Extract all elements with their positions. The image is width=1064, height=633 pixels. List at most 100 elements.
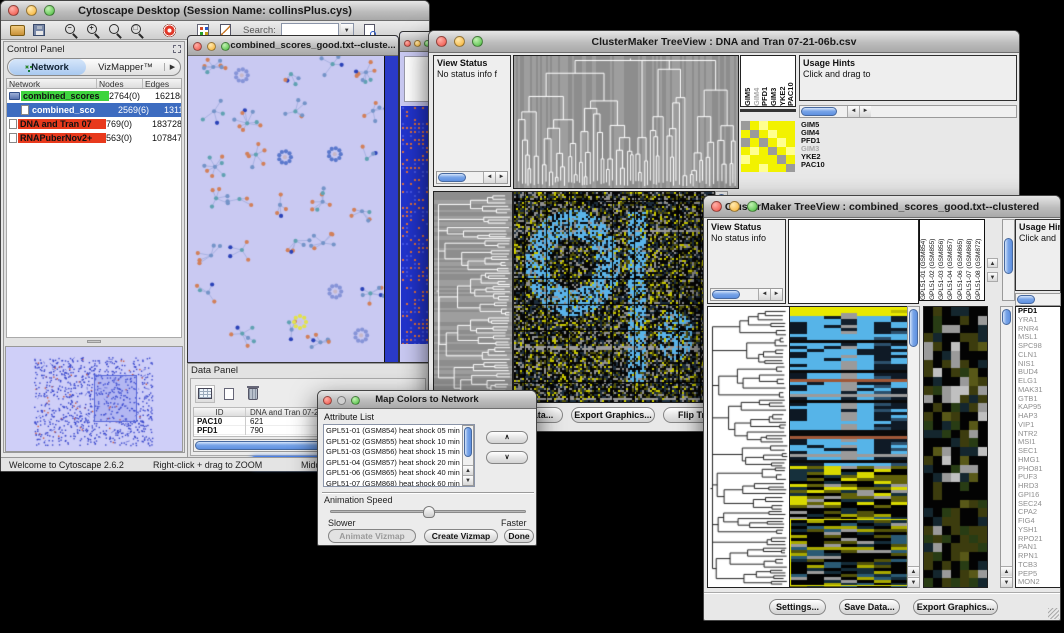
gene-label[interactable]: RPN1	[1018, 552, 1060, 561]
scroll-down-arrow[interactable]: ▼	[1001, 577, 1012, 587]
matrix-cell[interactable]	[777, 147, 786, 156]
gene-label[interactable]: TCB3	[1018, 561, 1060, 570]
scroll-right-arrow[interactable]: ►	[495, 172, 507, 183]
scroll-right-arrow[interactable]: ►	[770, 289, 782, 300]
export-graphics-button[interactable]: Export Graphics...	[571, 407, 655, 423]
matrix-cell[interactable]	[777, 130, 786, 139]
network-row[interactable]: combined_sco2569(6)13112(15)	[7, 103, 181, 117]
zoom-out-button[interactable]: −	[61, 21, 81, 39]
birds-eye-canvas[interactable]	[6, 347, 182, 451]
column-label[interactable]: GPL51-07 (GSM868)	[966, 220, 975, 300]
matrix-cell[interactable]	[759, 138, 768, 147]
gene-label[interactable]: PAC10	[801, 161, 861, 169]
close-button[interactable]	[436, 36, 447, 47]
scrollbar-thumb[interactable]	[1002, 309, 1011, 325]
matrix-cell[interactable]	[741, 130, 750, 139]
gene-label[interactable]: PEP5	[1018, 570, 1060, 579]
settings-button[interactable]: Settings...	[769, 599, 826, 615]
zoom-button[interactable]	[472, 36, 483, 47]
column-label[interactable]: PFD1	[760, 56, 769, 106]
gene-label[interactable]: MSL1	[1018, 333, 1060, 342]
row-dendrogram-canvas[interactable]	[433, 191, 513, 403]
zoom-selected-button[interactable]	[105, 21, 125, 39]
matrix-cell[interactable]	[768, 121, 777, 130]
matrix-cell[interactable]	[768, 130, 777, 139]
attribute-listbox[interactable]: GPL51-01 (GSM854) heat shock 05 min GPL51…	[323, 424, 475, 487]
attribute-item[interactable]: GPL51-03 (GSM856) heat shock 15 min	[324, 447, 462, 458]
correlation-matrix[interactable]	[741, 121, 795, 172]
gene-label[interactable]: NTR2	[1018, 430, 1060, 439]
matrix-cell[interactable]	[759, 155, 768, 164]
column-label[interactable]: GIM3	[769, 56, 778, 106]
matrix-cell[interactable]	[777, 121, 786, 130]
view-status-hscrollbar[interactable]: ◄►	[710, 288, 783, 301]
zoom-button[interactable]	[351, 396, 360, 405]
network-row[interactable]: DNA and Tran 07769(0)183728(0)	[7, 117, 181, 131]
scrollbar-thumb[interactable]	[712, 290, 740, 299]
matrix-cell[interactable]	[759, 121, 768, 130]
float-panel-icon[interactable]	[173, 45, 181, 53]
gene-label[interactable]: MSI1	[1018, 438, 1060, 447]
matrix-cell[interactable]	[786, 138, 795, 147]
matrix-cell[interactable]	[750, 164, 759, 173]
matrix-cell[interactable]	[768, 164, 777, 173]
gene-label[interactable]: FIG4	[1018, 517, 1060, 526]
zoom-fit-button[interactable]: □	[127, 21, 147, 39]
close-button[interactable]	[193, 42, 202, 51]
matrix-cell[interactable]	[741, 121, 750, 130]
column-label[interactable]: GPL51-01 (GSM854)	[920, 220, 929, 300]
save-session-button[interactable]	[29, 21, 49, 39]
scroll-down-arrow[interactable]: ▼	[987, 272, 998, 282]
scrollbar-thumb[interactable]	[1017, 295, 1035, 304]
network-canvas[interactable]	[188, 56, 386, 362]
gene-label[interactable]: SPC98	[1018, 342, 1060, 351]
minimize-button[interactable]	[337, 396, 346, 405]
matrix-cell[interactable]	[750, 147, 759, 156]
scroll-down-arrow[interactable]: ▼	[908, 577, 919, 587]
heatmap-canvas[interactable]	[513, 191, 715, 403]
gene-label[interactable]: PUF3	[1018, 473, 1060, 482]
matrix-cell[interactable]	[786, 164, 795, 173]
tab-network[interactable]: Network	[9, 59, 86, 75]
zoom-button[interactable]	[221, 42, 230, 51]
column-label[interactable]: GPL51-04 (GSM857)	[947, 220, 956, 300]
scrollbar-thumb[interactable]	[909, 309, 918, 347]
matrix-cell[interactable]	[741, 147, 750, 156]
matrix-cell[interactable]	[777, 155, 786, 164]
gene-label[interactable]: RPO21	[1018, 535, 1060, 544]
hints-hscrollbar[interactable]: ◄►	[799, 105, 1017, 118]
scroll-right-arrow[interactable]: ►	[859, 106, 871, 117]
gene-label[interactable]: VIP1	[1018, 421, 1060, 430]
zoom-button[interactable]	[44, 5, 55, 16]
matrix-cell[interactable]	[750, 121, 759, 130]
gene-label[interactable]: GTB1	[1018, 395, 1060, 404]
gene-label[interactable]: HMG1	[1018, 456, 1060, 465]
done-button[interactable]: Done	[504, 529, 534, 543]
birds-eye-view[interactable]	[5, 346, 183, 452]
list-vscrollbar[interactable]: ▲ ▼	[462, 425, 474, 486]
minimize-button[interactable]	[454, 36, 465, 47]
zoom-in-button[interactable]: +	[83, 21, 103, 39]
create-vizmap-button[interactable]: Create Vizmap	[424, 529, 498, 543]
matrix-cell[interactable]	[768, 155, 777, 164]
scroll-left-arrow[interactable]: ◄	[483, 172, 495, 183]
matrix-cell[interactable]	[759, 147, 768, 156]
matrix-cell[interactable]	[777, 164, 786, 173]
attribute-item[interactable]: GPL51-01 (GSM854) heat shock 05 min	[324, 426, 462, 437]
column-label[interactable]: GIM5	[743, 56, 752, 106]
matrix-cell[interactable]	[786, 121, 795, 130]
attribute-item[interactable]: GPL51-04 (GSM857) heat shock 20 min	[324, 458, 462, 469]
tab-overflow-arrow[interactable]: ▶	[164, 63, 180, 71]
table-mode-button[interactable]	[195, 385, 215, 403]
scrollbar-thumb[interactable]	[438, 173, 466, 182]
gene-label[interactable]: CLN1	[1018, 351, 1060, 360]
gene-label[interactable]: CPA2	[1018, 508, 1060, 517]
gene-label[interactable]: PAN1	[1018, 543, 1060, 552]
heatmap-canvas[interactable]	[789, 306, 909, 588]
matrix-cell[interactable]	[759, 164, 768, 173]
matrix-cell[interactable]	[750, 130, 759, 139]
gene-label[interactable]: NIS1	[1018, 360, 1060, 369]
view-status-hscrollbar[interactable]: ◄►	[436, 171, 508, 184]
matrix-cell[interactable]	[777, 138, 786, 147]
zoom-heatmap-canvas[interactable]	[923, 306, 988, 588]
